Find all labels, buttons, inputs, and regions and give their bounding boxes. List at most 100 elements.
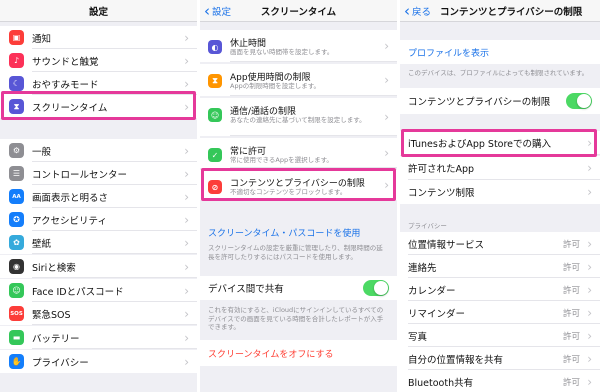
row-divider — [230, 167, 397, 168]
settings-item-label: サウンドと触覚 — [32, 56, 99, 68]
content-privacy-toggle[interactable] — [566, 93, 592, 109]
settings-item[interactable]: ☾ おやすみモード › — [0, 72, 197, 95]
privacy-item-label: 連絡先 — [408, 262, 437, 274]
chevron-right-icon: › — [184, 259, 189, 274]
chevron-right-icon: › — [184, 189, 189, 204]
settings-item[interactable]: ✋ プライバシー › — [0, 350, 197, 373]
privacy-item-label: リマインダー — [408, 308, 466, 320]
content-restrictions-icon: ⊘ — [208, 180, 222, 194]
chevron-right-icon: › — [184, 143, 189, 158]
settings-item[interactable]: ⧗ スクリーンタイム › — [0, 95, 197, 118]
screen-time-item-subtitle: 画面を見ない時間帯を設定します。 — [230, 48, 334, 56]
privacy-item-value: 許可 — [562, 285, 580, 296]
settings-item-label: Face IDとパスコード — [32, 286, 124, 298]
settings-item[interactable]: ▣ 通知 › — [0, 26, 197, 49]
chevron-right-icon: › — [587, 305, 592, 320]
siri-icon: ◉ — [9, 259, 24, 274]
chevron-right-icon: › — [587, 185, 592, 199]
settings-item-label: スクリーンタイム — [32, 102, 108, 114]
privacy-item-value: 許可 — [562, 239, 580, 250]
share-toggle[interactable] — [363, 280, 389, 296]
screen-time-item[interactable]: ◐ 休止時間 画面を見ない時間帯を設定します。 › — [200, 30, 397, 62]
sos-icon: SOS — [9, 306, 24, 321]
privacy-item-value: 許可 — [562, 308, 580, 319]
privacy-item-value: 許可 — [562, 354, 580, 365]
privacy-item[interactable]: リマインダー 許可 › — [400, 301, 600, 324]
view-profile-link[interactable]: プロファイルを表示 — [408, 46, 489, 59]
back-button[interactable]: ‹ 戻る — [404, 3, 431, 18]
battery-icon: ▬ — [9, 330, 24, 345]
settings-item[interactable]: ▬ バッテリー › — [0, 326, 197, 349]
chevron-right-icon: › — [184, 354, 189, 369]
view-profile-row[interactable]: プロファイルを表示 — [400, 40, 600, 64]
screen-time-item[interactable]: ⧗ App使用時間の制限 Appの制限時間を設定します。 › — [200, 64, 397, 96]
communication-limits-icon: ☺ — [208, 108, 222, 122]
content-privacy-navbar: ‹ 戻る コンテンツとプライバシーの制限 — [400, 0, 600, 22]
screen-time-item[interactable]: ⊘ コンテンツとプライバシーの制限 不適切なコンテンツをブロックします。 › — [200, 170, 397, 200]
privacy-item[interactable]: Bluetooth共有 許可 › — [400, 370, 600, 392]
downtime-icon: ◐ — [208, 40, 222, 54]
chevron-right-icon: › — [184, 166, 189, 181]
settings-item[interactable]: ✪ アクセシビリティ › — [0, 208, 197, 231]
chevron-right-icon: › — [587, 328, 592, 343]
privacy-item-value: 許可 — [562, 377, 580, 388]
privacy-item-label: 自分の位置情報を共有 — [408, 354, 504, 366]
chevron-right-icon: › — [587, 161, 592, 175]
screen-time-navbar: ‹ 設定 スクリーンタイム — [200, 0, 397, 22]
settings-item[interactable]: AA 画面表示と明るさ › — [0, 185, 197, 208]
passcode-link[interactable]: スクリーンタイム・パスコードを使用 — [208, 226, 360, 239]
screen-time-item[interactable]: ✓ 常に許可 常に使用できるAppを選択します。 › — [200, 138, 397, 168]
privacy-item[interactable]: 自分の位置情報を共有 許可 › — [400, 347, 600, 370]
settings-item[interactable]: ☺ Face IDとパスコード › — [0, 279, 197, 302]
privacy-section-header: プライバシー — [408, 222, 447, 230]
settings-item[interactable]: ☰ コントロールセンター › — [0, 162, 197, 185]
restriction-item[interactable]: コンテンツ制限 › — [400, 180, 600, 204]
privacy-item[interactable]: カレンダー 許可 › — [400, 278, 600, 301]
chevron-right-icon: › — [184, 53, 189, 68]
settings-item-label: 一般 — [32, 146, 52, 158]
page-title: コンテンツとプライバシーの制限 — [440, 7, 583, 18]
general-icon: ⚙ — [9, 143, 24, 158]
notifications-icon: ▣ — [9, 30, 24, 45]
screen-time-item[interactable]: ☺ 通信/通話の制限 あなたの連絡先に基づいて制限を設定します。 › — [200, 98, 397, 136]
row-divider — [408, 154, 600, 155]
row-divider — [32, 277, 197, 278]
chevron-right-icon: › — [184, 99, 189, 114]
restriction-item-label: コンテンツ制限 — [408, 188, 475, 199]
privacy-item-label: カレンダー — [408, 285, 456, 297]
settings-item-label: おやすみモード — [32, 79, 99, 91]
chevron-right-icon: › — [184, 306, 189, 321]
settings-item[interactable]: ✿ 壁紙 › — [0, 231, 197, 254]
privacy-item[interactable]: 位置情報サービス 許可 › — [400, 232, 600, 255]
page-title: 設定 — [88, 7, 108, 18]
privacy-item[interactable]: 連絡先 許可 › — [400, 255, 600, 278]
restriction-item[interactable]: 許可されたApp › — [400, 156, 600, 180]
privacy-item-label: 写真 — [408, 331, 428, 343]
privacy-item-value: 許可 — [562, 262, 580, 273]
settings-item[interactable]: ◉ Siriと検索 › — [0, 255, 197, 278]
privacy-item[interactable]: 写真 許可 › — [400, 324, 600, 347]
settings-navbar: 設定 — [0, 0, 197, 22]
settings-item-label: アクセシビリティ — [32, 215, 107, 227]
chevron-right-icon: › — [384, 110, 389, 124]
privacy-item-value: 許可 — [562, 331, 580, 342]
settings-item[interactable]: ♪ サウンドと触覚 › — [0, 49, 197, 72]
row-divider — [230, 95, 397, 96]
restriction-item[interactable]: iTunesおよびApp Storeでの購入 › — [400, 131, 600, 155]
row-divider — [32, 348, 197, 349]
settings-item-label: プライバシー — [32, 357, 89, 369]
turn-off-row[interactable]: スクリーンタイムをオフにする — [200, 340, 397, 366]
chevron-right-icon: › — [587, 259, 592, 274]
profile-note: このデバイスは、プロファイルによっても制限されています。 — [408, 69, 589, 77]
settings-item[interactable]: ⚙ 一般 › — [0, 139, 197, 162]
row-divider — [230, 61, 397, 62]
accessibility-icon: ✪ — [9, 212, 24, 227]
privacy-item-label: 位置情報サービス — [408, 239, 485, 251]
chevron-right-icon: › — [587, 282, 592, 297]
share-across-devices-row: デバイス間で共有 — [200, 276, 397, 300]
turn-off-screen-time-button[interactable]: スクリーンタイムをオフにする — [208, 347, 333, 360]
content-privacy-toggle-row: コンテンツとプライバシーの制限 — [400, 88, 600, 114]
chevron-right-icon: › — [384, 146, 389, 160]
settings-item[interactable]: SOS 緊急SOS › — [0, 302, 197, 325]
app-limits-icon: ⧗ — [208, 74, 222, 88]
